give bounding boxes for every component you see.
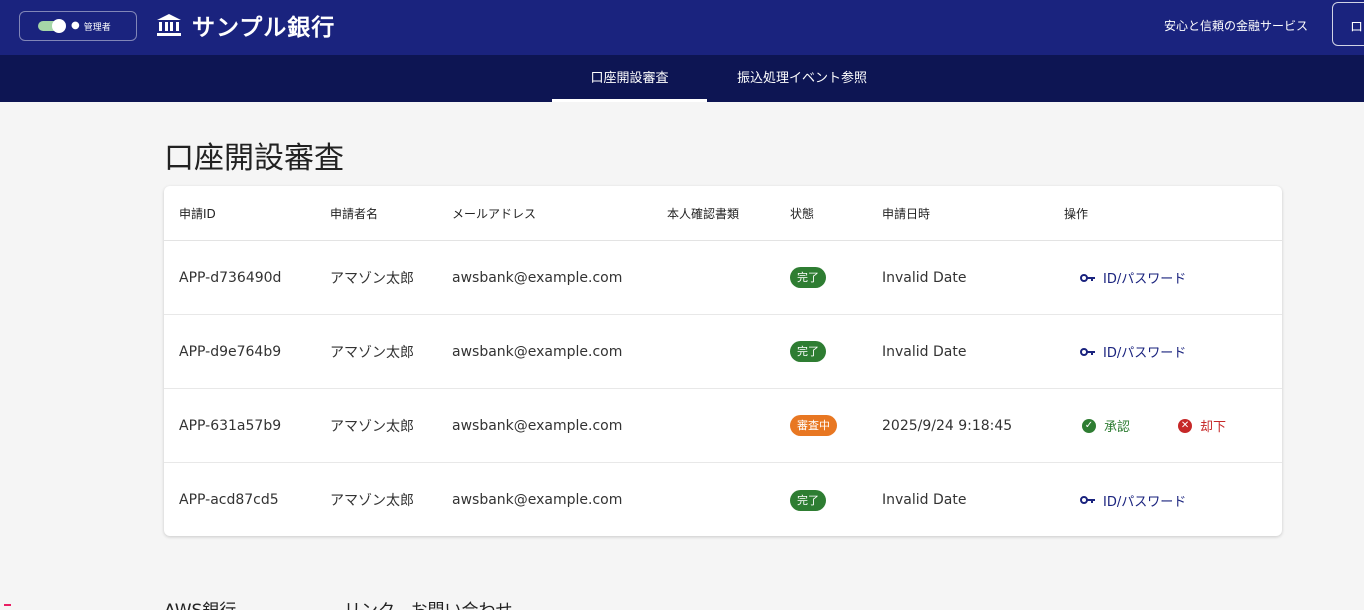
key-icon [1080,347,1095,356]
applications-table: 申請ID 申請者名 メールアドレス 本人確認書類 状態 申請日時 操作 APP-… [164,186,1282,536]
table-header-row: 申請ID 申請者名 メールアドレス 本人確認書類 状態 申請日時 操作 [164,186,1282,241]
applicant-name: アマゾン太郎 [330,344,414,361]
application-id: APP-d736490d [179,269,282,286]
email: awsbank@example.com [452,343,623,360]
credentials-label: ID/パスワード [1103,272,1187,287]
corner-marker [4,604,11,606]
credentials-label: ID/パスワード [1103,494,1187,510]
actions-cell: ID/パスワード [1064,315,1186,388]
email: awsbank@example.com [452,417,623,434]
applicant-name: アマゾン太郎 [330,270,414,287]
tab-transfer-events[interactable]: 振込処理イベント参照 [707,55,897,102]
reject-button[interactable]: ✕ 却下 [1178,416,1226,435]
footer-links: リンク、お問い合わせ [344,596,512,610]
login-button[interactable]: ロ [1332,2,1364,46]
role-label: 管理者 [83,22,111,33]
column-header: 申請者名 [330,206,379,221]
column-header: 本人確認書類 [667,206,740,221]
status-cell: 完了 [790,241,826,314]
column-header: メールアドレス [452,206,537,221]
application-date: Invalid Date [882,492,967,508]
footer-bank-name: AWS銀行 [164,596,236,610]
toggle-switch-icon[interactable] [38,19,66,33]
brand[interactable]: サンプル銀行 [156,8,335,42]
check-circle-icon: ✓ [1082,418,1096,433]
reject-label: 却下 [1200,420,1227,435]
table-row: APP-d736490d アマゾン太郎 awsbank@example.com … [164,241,1282,315]
key-icon [1080,273,1095,282]
application-id: APP-d9e764b9 [179,343,282,360]
email: awsbank@example.com [452,492,623,508]
approve-label: 承認 [1104,420,1131,435]
application-date: Invalid Date [882,343,967,360]
status-badge: 完了 [790,341,826,362]
brand-name: サンプル銀行 [192,15,336,41]
table-row: APP-631a57b9 アマゾン太郎 awsbank@example.com … [164,389,1282,463]
tagline: 安心と信頼の金融サービス [1163,19,1308,33]
cancel-circle-icon: ✕ [1178,418,1193,433]
status-badge: 完了 [790,489,826,511]
key-icon [1080,496,1095,504]
credentials-button[interactable]: ID/パスワード [1064,342,1186,361]
column-header: 申請ID [179,206,216,221]
credentials-button[interactable]: ID/パスワード [1064,268,1186,287]
nav-bar: 口座開設審査 振込処理イベント参照 [0,55,1364,102]
application-id: APP-acd87cd5 [179,492,279,508]
application-date: 2025/9/24 9:18:45 [882,417,1013,434]
applicant-name: アマゾン太郎 [330,493,414,509]
column-header: 申請日時 [882,206,931,221]
approve-button[interactable]: ✓ 承認 [1064,416,1130,435]
applicant-name: アマゾン太郎 [330,418,414,435]
credentials-button[interactable]: ID/パスワード [1064,491,1186,510]
column-header: 操作 [1064,206,1089,221]
top-header: ● 管理者 サンプル銀行 安心と信頼の金融サービス ロ [0,0,1364,55]
status-cell: 完了 [790,463,826,536]
actions-cell: ID/パスワード [1064,463,1186,536]
user-settings-icon: ● [71,20,80,31]
page-title: 口座開設審査 [164,141,344,176]
actions-cell: ✓ 承認 ✕ 却下 [1064,389,1226,462]
email: awsbank@example.com [452,269,623,286]
application-id: APP-631a57b9 [179,417,282,434]
status-badge: 審査中 [790,415,837,436]
table-row: APP-d9e764b9 アマゾン太郎 awsbank@example.com … [164,315,1282,389]
application-date: Invalid Date [882,269,967,286]
column-header: 状態 [790,206,815,221]
status-cell: 完了 [790,315,826,388]
status-cell: 審査中 [790,389,837,462]
table-row: APP-acd87cd5 アマゾン太郎 awsbank@example.com … [164,463,1282,536]
role-toggle[interactable]: ● 管理者 [19,11,137,41]
tab-account-review[interactable]: 口座開設審査 [552,55,707,102]
status-badge: 完了 [790,267,826,288]
bank-icon [156,13,182,37]
credentials-label: ID/パスワード [1103,346,1187,361]
actions-cell: ID/パスワード [1064,241,1186,314]
